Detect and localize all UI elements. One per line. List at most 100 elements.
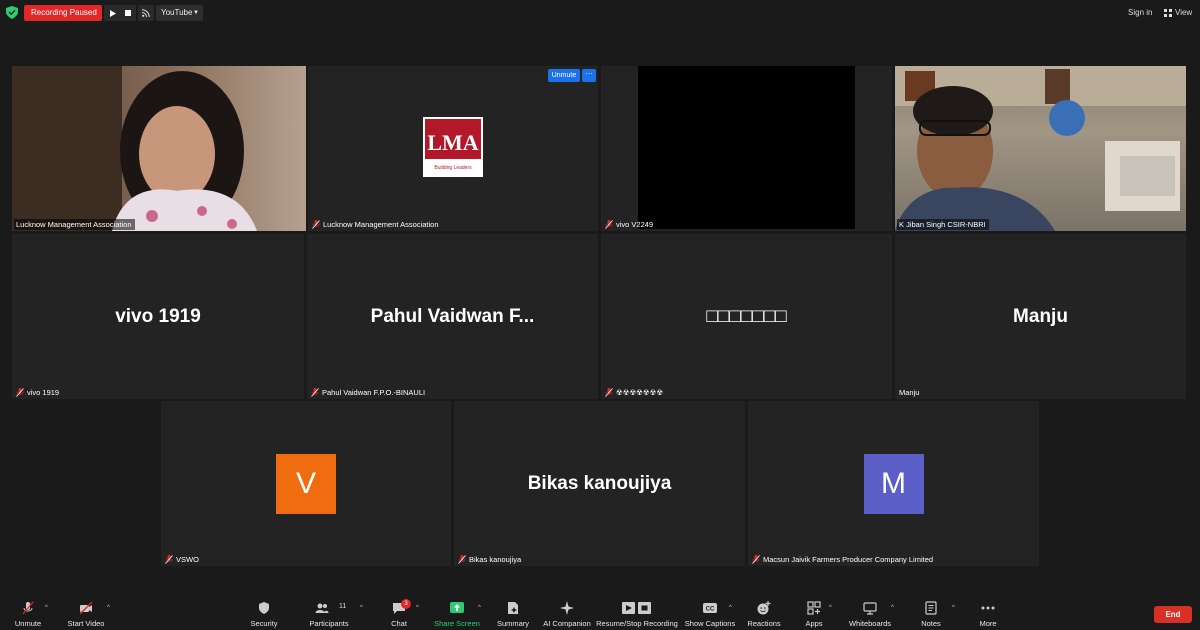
participant-tile[interactable]: Bikas kanoujiya Bikas kanoujiya: [454, 401, 745, 566]
chat-unread-badge: 3: [401, 599, 411, 609]
chat-label: Chat: [391, 619, 407, 628]
meeting-toolbar: Unmute ^ Start Video ^ Security Particip…: [0, 596, 1200, 630]
svg-text:CC: CC: [706, 607, 715, 613]
mic-muted-icon: [165, 555, 173, 564]
participant-tile[interactable]: M Macsun Jaivik Farmers Producer Company…: [748, 401, 1039, 566]
participant-name-tag: VSWO: [163, 554, 202, 565]
sparkle-icon: [560, 601, 574, 615]
participant-name-tag: Lucknow Management Association: [310, 219, 442, 230]
mic-muted-icon: [605, 388, 613, 397]
emoji-plus-icon: [757, 601, 771, 615]
reactions-button[interactable]: Reactions: [746, 596, 782, 628]
participant-name-tag: vivo V2249: [603, 219, 656, 230]
participant-name: VSWO: [176, 555, 199, 564]
notes-options-chevron-icon[interactable]: ^: [952, 605, 955, 611]
participant-name: vivo 1919: [27, 388, 60, 397]
chat-options-chevron-icon[interactable]: ^: [416, 605, 419, 611]
mic-muted-icon: [752, 555, 760, 564]
end-meeting-button[interactable]: End: [1154, 606, 1192, 623]
start-video-label: Start Video: [67, 619, 105, 628]
more-button[interactable]: More: [974, 596, 1002, 628]
participant-tile[interactable]: K Jiban Singh CSIR-NBRI: [895, 66, 1186, 231]
ask-to-unmute-button[interactable]: Unmute: [548, 69, 580, 82]
participant-display-name: Pahul Vaidwan F...: [370, 305, 535, 327]
participants-icon: [315, 603, 329, 613]
notes-icon: [925, 601, 937, 615]
stop-recording-button[interactable]: [120, 5, 136, 21]
top-bar: Recording Paused YouTube ▼ Sign in View: [0, 0, 1200, 26]
tile-more-options-button[interactable]: ···: [582, 69, 596, 82]
participant-tile[interactable]: Manju Manju: [895, 234, 1186, 399]
notes-label: Notes: [921, 619, 941, 628]
reactions-label: Reactions: [747, 619, 781, 628]
rss-icon: [142, 9, 150, 17]
share-options-chevron-icon[interactable]: ^: [478, 605, 481, 611]
chevron-down-icon: ▼: [193, 10, 199, 16]
participant-tile[interactable]: □□□□□□□ ☢☢☢☢☢☢☢: [601, 234, 892, 399]
summary-button[interactable]: Summary: [495, 596, 531, 628]
apps-button[interactable]: Apps: [802, 596, 826, 628]
ai-companion-button[interactable]: AI Companion: [541, 596, 593, 628]
stream-target-label: YouTube: [161, 8, 193, 17]
video-frame-illustration: [12, 66, 257, 231]
resume-recording-button[interactable]: [104, 5, 120, 21]
show-captions-button[interactable]: CC Show Captions: [684, 596, 736, 628]
captions-options-chevron-icon[interactable]: ^: [729, 605, 732, 611]
whiteboards-options-chevron-icon[interactable]: ^: [891, 605, 894, 611]
participant-tile[interactable]: Lucknow Management Association: [12, 66, 306, 231]
security-button[interactable]: Security: [246, 596, 282, 628]
participant-name-tag: Manju: [897, 387, 922, 398]
recording-status-badge: Recording Paused: [24, 5, 102, 21]
shield-icon: [259, 602, 269, 614]
participant-video: [895, 66, 1186, 231]
svg-text:Building Leaders: Building Leaders: [434, 165, 472, 171]
cc-icon: CC: [703, 603, 717, 613]
participant-tile[interactable]: V VSWO: [161, 401, 451, 566]
stop-icon: [125, 10, 131, 16]
whiteboards-button[interactable]: Whiteboards: [846, 596, 894, 628]
ai-companion-label: AI Companion: [543, 619, 591, 628]
participant-name-tag: vivo 1919: [14, 387, 62, 398]
unmute-label: Unmute: [14, 619, 42, 628]
whiteboard-icon: [863, 602, 877, 615]
video-off-icon: [79, 601, 93, 615]
stream-target-dropdown[interactable]: YouTube ▼: [156, 5, 203, 21]
participant-tile[interactable]: vivo 1919 vivo 1919: [12, 234, 304, 399]
participant-tile[interactable]: LMA Building Leaders Lucknow Management …: [308, 66, 598, 231]
audio-options-chevron-icon[interactable]: ^: [45, 605, 48, 611]
sign-in-link[interactable]: Sign in: [1128, 8, 1152, 17]
video-options-chevron-icon[interactable]: ^: [107, 605, 110, 611]
summary-label: Summary: [496, 619, 530, 628]
participant-name: Pahul Vaidwan F.P.O.-BINAULI: [322, 388, 426, 397]
apps-icon: [807, 601, 821, 615]
grid-view-icon[interactable]: [1164, 9, 1172, 17]
participant-name: Lucknow Management Association: [323, 220, 439, 229]
share-screen-icon: [450, 602, 464, 613]
svg-text:LMA: LMA: [427, 130, 478, 155]
livestream-button[interactable]: [138, 5, 154, 21]
recording-button[interactable]: Resume/Stop Recording: [596, 596, 678, 628]
apps-options-chevron-icon[interactable]: ^: [829, 605, 832, 611]
participants-options-chevron-icon[interactable]: ^: [360, 605, 363, 611]
share-screen-button[interactable]: Share Screen: [433, 596, 481, 628]
participant-tile[interactable]: Pahul Vaidwan F... Pahul Vaidwan F.P.O.-…: [307, 234, 598, 399]
whiteboards-label: Whiteboards: [848, 619, 892, 628]
participant-display-name: Manju: [1013, 305, 1068, 327]
mic-muted-icon: [605, 220, 613, 229]
shield-check-icon[interactable]: [6, 6, 18, 19]
notes-button[interactable]: Notes: [916, 596, 946, 628]
security-label: Security: [250, 619, 278, 628]
mic-muted-icon: [16, 388, 24, 397]
participant-tile[interactable]: vivo V2249: [601, 66, 892, 231]
unmute-button[interactable]: Unmute: [8, 596, 48, 628]
participant-name: Macsun Jaivik Farmers Producer Company L…: [763, 555, 934, 564]
participants-button[interactable]: Participants: [307, 596, 351, 628]
participant-display-name: vivo 1919: [115, 305, 201, 327]
participant-name: vivo V2249: [616, 220, 654, 229]
recording-label: Resume/Stop Recording: [596, 619, 678, 628]
mic-muted-icon: [311, 388, 319, 397]
view-button[interactable]: View: [1175, 8, 1192, 17]
meeting-window: Recording Paused YouTube ▼ Sign in View: [0, 0, 1200, 630]
start-video-button[interactable]: Start Video: [62, 596, 110, 628]
share-screen-label: Share Screen: [434, 619, 480, 628]
